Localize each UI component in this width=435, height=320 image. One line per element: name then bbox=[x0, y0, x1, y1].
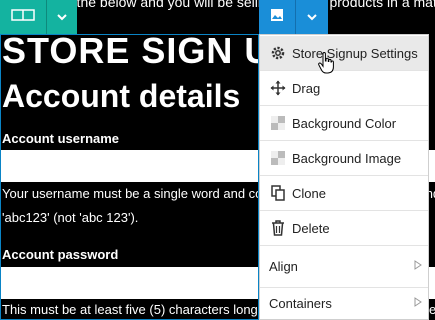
menu-item-label: Delete bbox=[292, 220, 330, 236]
widget-menu-button[interactable] bbox=[296, 0, 328, 34]
menu-item-background-color[interactable]: Background Color bbox=[260, 106, 428, 140]
widget-toolbar bbox=[259, 0, 328, 34]
menu-item-label: Containers bbox=[269, 296, 332, 311]
chevron-down-icon bbox=[57, 8, 67, 26]
intro-text: Fill in the below and you will be sellin… bbox=[40, 0, 435, 10]
menu-item-store-signup-settings[interactable]: Store Signup Settings bbox=[260, 36, 428, 70]
widget-select-button[interactable] bbox=[259, 0, 295, 34]
hand-cursor-icon bbox=[318, 51, 334, 79]
checker-icon bbox=[264, 151, 292, 165]
clone-icon bbox=[264, 185, 292, 201]
menu-item-delete[interactable]: Delete bbox=[260, 211, 428, 245]
image-widget-icon bbox=[270, 8, 284, 27]
selection-outline bbox=[0, 34, 259, 320]
submenu-arrow-icon bbox=[414, 259, 422, 273]
menu-item-containers[interactable]: Containers bbox=[260, 288, 428, 319]
move-icon bbox=[264, 80, 292, 96]
menu-item-clone[interactable]: Clone bbox=[260, 176, 428, 210]
menu-item-background-image[interactable]: Background Image bbox=[260, 141, 428, 175]
menu-item-label: Drag bbox=[292, 80, 321, 96]
section-select-button[interactable] bbox=[0, 0, 46, 34]
section-menu-button[interactable] bbox=[47, 0, 77, 34]
trash-icon bbox=[264, 220, 292, 236]
menu-item-label: Clone bbox=[292, 185, 326, 201]
menu-item-label: Background Color bbox=[292, 115, 397, 131]
submenu-arrow-icon bbox=[414, 297, 422, 310]
menu-item-label: Store Signup Settings bbox=[292, 45, 418, 61]
menu-item-label: Background Image bbox=[292, 150, 402, 166]
gear-icon bbox=[264, 45, 292, 61]
section-toolbar bbox=[0, 0, 77, 34]
chevron-down-icon bbox=[307, 8, 317, 26]
menu-item-drag[interactable]: Drag bbox=[260, 71, 428, 105]
section-icon bbox=[11, 8, 35, 26]
menu-item-align[interactable]: Align bbox=[260, 246, 428, 286]
menu-item-label: Align bbox=[269, 258, 298, 274]
checker-icon bbox=[264, 116, 292, 130]
context-menu: Store Signup Settings Drag Background Co… bbox=[259, 34, 429, 320]
